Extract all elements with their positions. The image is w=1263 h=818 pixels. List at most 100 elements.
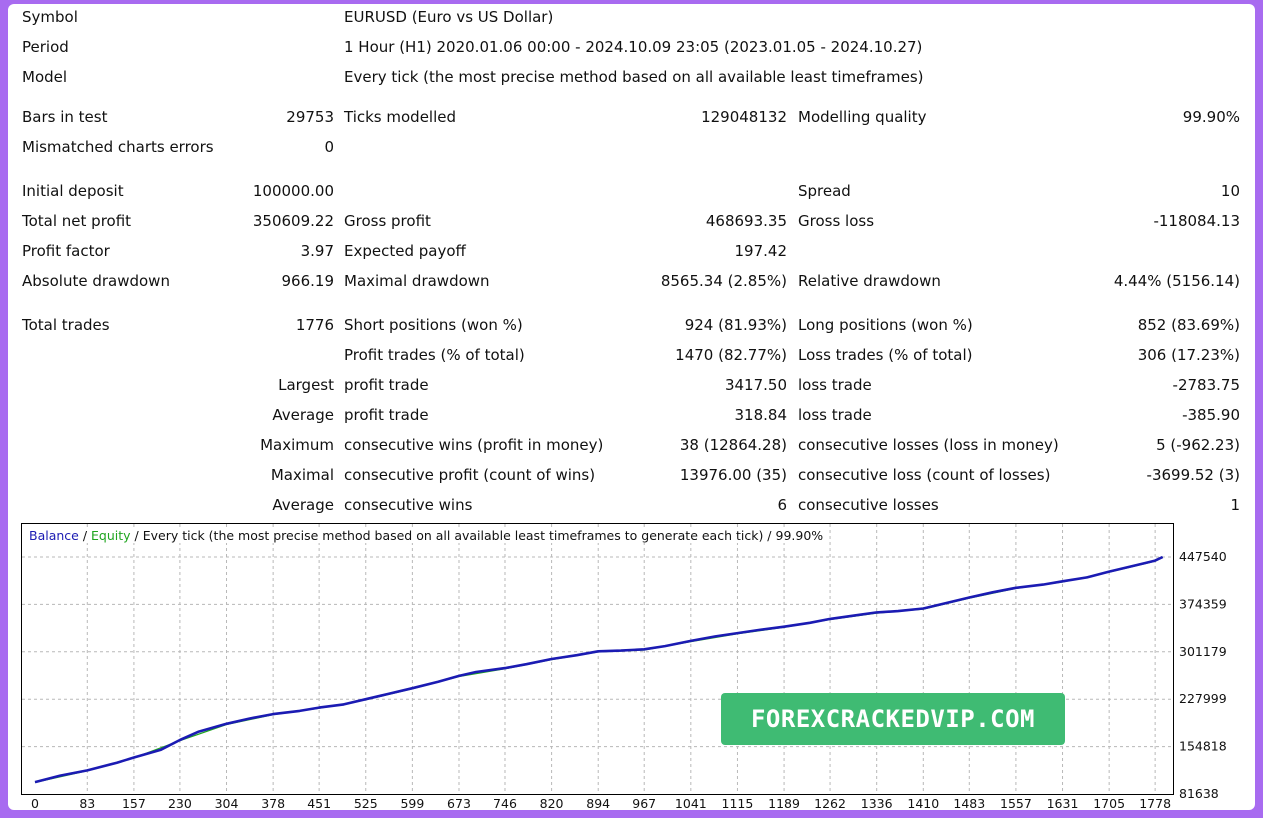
spread-label: Spread bbox=[798, 182, 851, 200]
max-consecutive-losses-label: consecutive losses (loss in money) bbox=[798, 436, 1059, 454]
gross-loss-label: Gross loss bbox=[798, 212, 875, 230]
expected-payoff-label: Expected payoff bbox=[344, 242, 466, 260]
maximal-consecutive-profit-label: consecutive profit (count of wins) bbox=[344, 466, 596, 484]
x-tick-label: 1041 bbox=[675, 796, 707, 810]
average-consecutive-wins-value: 6 bbox=[777, 496, 787, 514]
chart-canvas: 0 83 157 230 304 378 451 525 599 673 746 820 894 967 1… bbox=[21, 523, 1227, 810]
period-value: 1 Hour (H1) 2020.01.06 00:00 - 2024.10.0… bbox=[344, 38, 923, 56]
maximal-prefix: Maximal bbox=[270, 466, 334, 484]
legend-description: / Every tick (the most precise method ba… bbox=[130, 528, 824, 543]
absolute-drawdown-value: 966.19 bbox=[281, 272, 335, 290]
x-tick-label: 673 bbox=[447, 796, 471, 810]
x-tick-label: 1631 bbox=[1047, 796, 1079, 810]
max-consecutive-wins-value: 38 (12864.28) bbox=[679, 436, 787, 454]
loss-trades-label: Loss trades (% of total) bbox=[798, 346, 973, 364]
net-profit-value: 350609.22 bbox=[252, 212, 334, 230]
profit-trades-value: 1470 (82.77%) bbox=[675, 346, 787, 364]
average-consecutive-losses-label: consecutive losses bbox=[798, 496, 939, 514]
max-consecutive-wins-label: consecutive wins (profit in money) bbox=[344, 436, 604, 454]
quality-label: Modelling quality bbox=[798, 108, 927, 126]
relative-drawdown-value: 4.44% (5156.14) bbox=[1113, 272, 1240, 290]
average-consecutive-losses-value: 1 bbox=[1230, 496, 1240, 514]
model-value: Every tick (the most precise method base… bbox=[344, 68, 924, 86]
average-profit-label: profit trade bbox=[344, 406, 429, 424]
absolute-drawdown-label: Absolute drawdown bbox=[22, 272, 170, 290]
x-tick-label: 1557 bbox=[1000, 796, 1032, 810]
x-tick-label: 157 bbox=[122, 796, 146, 810]
average-prefix: Average bbox=[272, 406, 334, 424]
relative-drawdown-label: Relative drawdown bbox=[798, 272, 941, 290]
chart-legend: Balance / Equity / Every tick (the most … bbox=[29, 528, 824, 543]
period-label: Period bbox=[22, 38, 69, 56]
x-tick-label: 83 bbox=[79, 796, 95, 810]
maximal-consecutive-profit-value: 13976.00 (35) bbox=[679, 466, 787, 484]
x-tick-label: 894 bbox=[586, 796, 610, 810]
x-tick-label: 967 bbox=[632, 796, 656, 810]
long-positions-value: 852 (83.69%) bbox=[1137, 316, 1240, 334]
total-trades-label: Total trades bbox=[22, 316, 110, 334]
gross-loss-value: -118084.13 bbox=[1153, 212, 1240, 230]
model-label: Model bbox=[22, 68, 68, 86]
y-tick-label: 154818 bbox=[1179, 739, 1227, 754]
x-tick-label: 1336 bbox=[861, 796, 893, 810]
deposit-value: 100000.00 bbox=[252, 182, 334, 200]
legend-separator: / bbox=[78, 528, 92, 543]
maximal-consecutive-loss-value: -3699.52 (3) bbox=[1146, 466, 1240, 484]
long-positions-label: Long positions (won %) bbox=[798, 316, 973, 334]
maximal-drawdown-label: Maximal drawdown bbox=[344, 272, 490, 290]
y-tick-label: 447540 bbox=[1179, 549, 1227, 564]
largest-profit-value: 3417.50 bbox=[724, 376, 787, 394]
symbol-label: Symbol bbox=[22, 8, 78, 26]
short-positions-label: Short positions (won %) bbox=[344, 316, 523, 334]
net-profit-label: Total net profit bbox=[22, 212, 132, 230]
bars-label: Bars in test bbox=[22, 108, 108, 126]
largest-loss-label: loss trade bbox=[798, 376, 872, 394]
average-profit-value: 318.84 bbox=[734, 406, 788, 424]
quality-value: 99.90% bbox=[1182, 108, 1240, 126]
profit-factor-value: 3.97 bbox=[300, 242, 334, 260]
y-tick-label: 374359 bbox=[1179, 596, 1227, 611]
largest-profit-label: profit trade bbox=[344, 376, 429, 394]
gross-profit-label: Gross profit bbox=[344, 212, 431, 230]
x-tick-label: 304 bbox=[215, 796, 239, 810]
gross-profit-value: 468693.35 bbox=[705, 212, 787, 230]
y-tick-label: 227999 bbox=[1179, 691, 1227, 706]
average-consecutive-wins-label: consecutive wins bbox=[344, 496, 473, 514]
maximum-prefix: Maximum bbox=[260, 436, 334, 454]
mismatch-value: 0 bbox=[324, 138, 334, 156]
x-tick-label: 599 bbox=[400, 796, 424, 810]
average-consecutive-prefix: Average bbox=[272, 496, 334, 514]
short-positions-value: 924 (81.93%) bbox=[684, 316, 787, 334]
x-tick-label: 1410 bbox=[907, 796, 939, 810]
strategy-tester-report: Symbol EURUSD (Euro vs US Dollar) Period… bbox=[8, 4, 1255, 810]
ticks-label: Ticks modelled bbox=[344, 108, 457, 126]
y-tick-label: 81638 bbox=[1179, 786, 1219, 801]
mismatch-label: Mismatched charts errors bbox=[22, 138, 214, 156]
loss-trades-value: 306 (17.23%) bbox=[1137, 346, 1240, 364]
largest-loss-value: -2783.75 bbox=[1172, 376, 1240, 394]
legend-equity: Equity bbox=[91, 528, 131, 543]
x-tick-label: 0 bbox=[31, 796, 39, 810]
spread-value: 10 bbox=[1220, 182, 1240, 200]
x-tick-label: 1115 bbox=[722, 796, 754, 810]
x-tick-label: 1189 bbox=[768, 796, 800, 810]
profit-trades-label: Profit trades (% of total) bbox=[344, 346, 525, 364]
balance-equity-chart: 0 83 157 230 304 378 451 525 599 673 746 820 894 967 1… bbox=[21, 523, 1254, 810]
ticks-value: 129048132 bbox=[701, 108, 787, 126]
x-tick-label: 1262 bbox=[814, 796, 846, 810]
x-tick-label: 230 bbox=[168, 796, 192, 810]
plot-area bbox=[21, 523, 1174, 795]
legend-balance: Balance bbox=[29, 528, 79, 543]
average-loss-value: -385.90 bbox=[1182, 406, 1240, 424]
profit-factor-label: Profit factor bbox=[22, 242, 110, 260]
expected-payoff-value: 197.42 bbox=[734, 242, 788, 260]
watermark-logo: FOREXCRACKEDVIP.COM bbox=[721, 693, 1065, 745]
x-tick-label: 1483 bbox=[953, 796, 985, 810]
x-tick-label: 525 bbox=[354, 796, 378, 810]
largest-prefix: Largest bbox=[278, 376, 334, 394]
deposit-label: Initial deposit bbox=[22, 182, 124, 200]
x-tick-label: 378 bbox=[261, 796, 285, 810]
max-consecutive-losses-value: 5 (-962.23) bbox=[1156, 436, 1240, 454]
maximal-consecutive-loss-label: consecutive loss (count of losses) bbox=[798, 466, 1051, 484]
total-trades-value: 1776 bbox=[295, 316, 334, 334]
